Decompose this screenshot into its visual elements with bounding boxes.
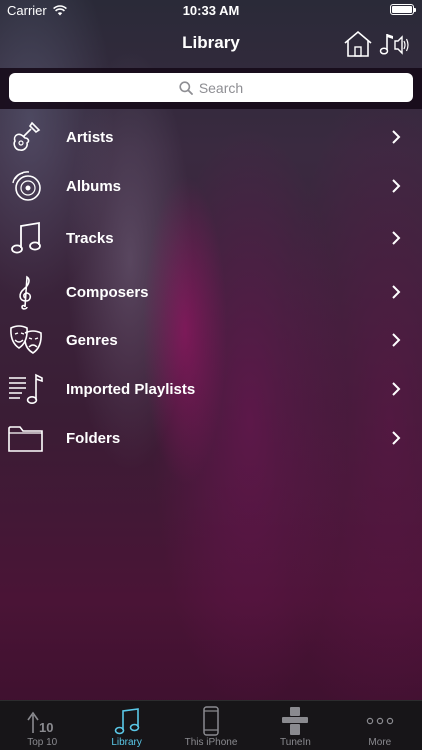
list-item-genres[interactable]: Genres (0, 316, 422, 364)
home-icon[interactable] (343, 30, 373, 58)
top10-icon: 10 (22, 705, 62, 737)
list-item-label: Composers (66, 283, 149, 301)
list-item-label: Tracks (66, 229, 114, 247)
tab-more[interactable]: More (338, 701, 422, 750)
list-item-albums[interactable]: Albums (0, 162, 422, 210)
tab-library[interactable]: Library (84, 701, 168, 750)
chevron-right-icon (392, 333, 401, 347)
status-time: 10:33 AM (182, 3, 240, 18)
list-item-label: Artists (66, 128, 114, 146)
speaker-icon[interactable] (378, 30, 410, 58)
more-icon (360, 705, 400, 737)
search-icon (179, 80, 193, 95)
battery-icon (390, 4, 416, 15)
tab-tunein[interactable]: TuneIn (253, 701, 337, 750)
chevron-right-icon (392, 285, 401, 299)
tab-this-iphone[interactable]: This iPhone (169, 701, 253, 750)
tab-label: Library (111, 737, 142, 748)
music-note-icon (107, 705, 147, 737)
treble-clef-icon (8, 272, 44, 312)
music-note-icon (8, 218, 44, 258)
svg-text:10: 10 (39, 720, 53, 735)
list-item-tracks[interactable]: Tracks (0, 214, 422, 262)
list-item-label: Genres (66, 331, 118, 349)
tunein-icon (275, 705, 315, 737)
folder-icon (8, 418, 44, 458)
list-item-imported-playlists[interactable]: Imported Playlists (0, 365, 422, 413)
list-item-label: Imported Playlists (66, 380, 196, 398)
tab-label: TuneIn (280, 737, 311, 748)
theater-masks-icon (8, 320, 44, 360)
tab-label: Top 10 (27, 737, 58, 748)
list-item-composers[interactable]: Composers (0, 268, 422, 316)
tab-label: More (368, 737, 392, 748)
disc-icon (8, 166, 44, 206)
search-input[interactable]: Search (9, 73, 413, 102)
playlist-icon (8, 369, 44, 409)
chevron-right-icon (392, 130, 401, 144)
list-item-label: Albums (66, 177, 122, 195)
list-item-artists[interactable]: Artists (0, 113, 422, 161)
chevron-right-icon (392, 179, 401, 193)
tab-label: This iPhone (184, 737, 238, 748)
status-bar: Carrier 10:33 AM (0, 0, 422, 22)
guitar-icon (8, 117, 44, 157)
tab-top10[interactable]: 10 Top 10 (0, 701, 84, 750)
list-item-label: Folders (66, 429, 121, 447)
tab-bar: 10 Top 10 Library This iPhone TuneIn Mor… (0, 700, 422, 750)
list-item-folders[interactable]: Folders (0, 414, 422, 462)
chevron-right-icon (392, 431, 401, 445)
phone-icon (191, 705, 231, 737)
chevron-right-icon (392, 382, 401, 396)
search-bar: Search (0, 68, 422, 109)
search-placeholder: Search (198, 79, 244, 96)
chevron-right-icon (392, 231, 401, 245)
